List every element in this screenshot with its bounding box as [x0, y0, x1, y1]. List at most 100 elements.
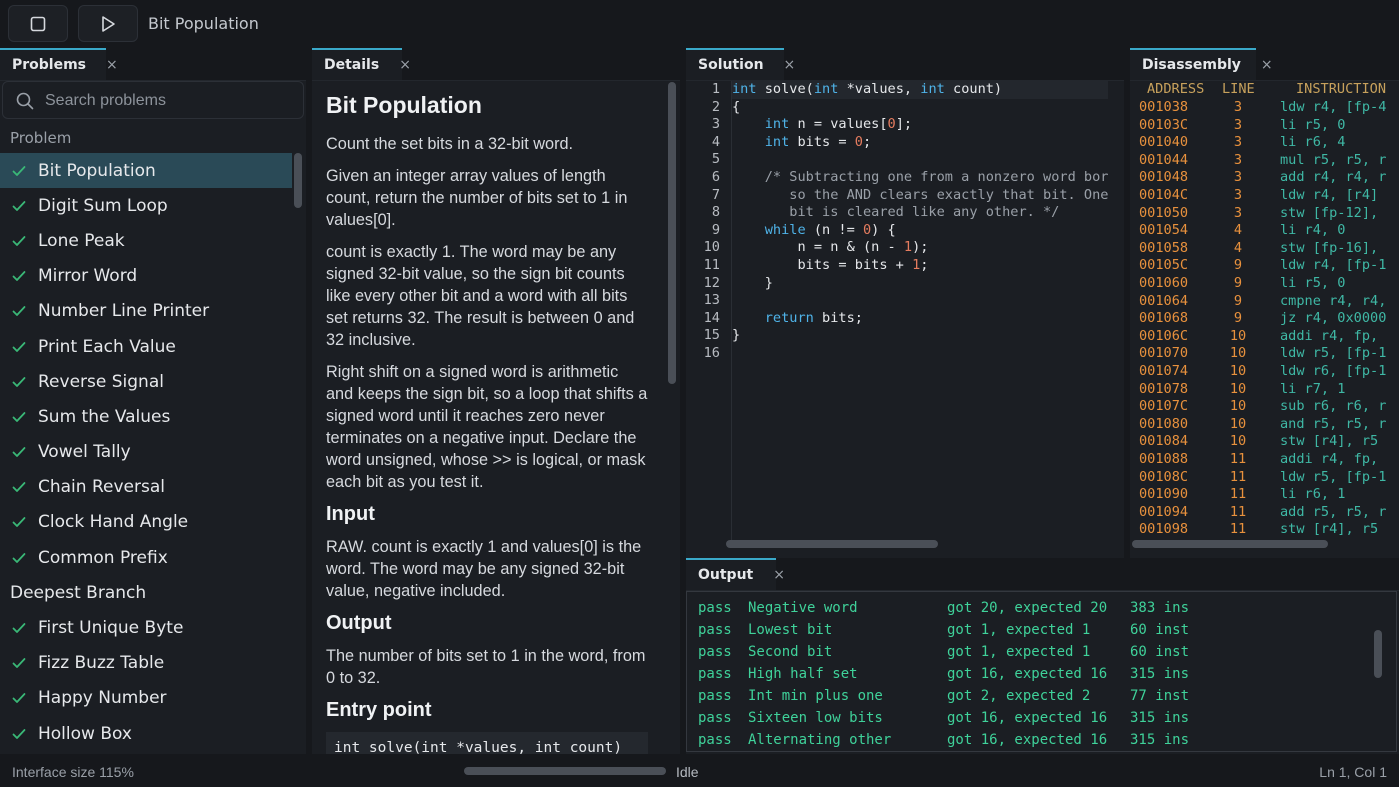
line-number: 11 [703, 257, 720, 273]
line-number: 6 [711, 169, 720, 185]
tab-solution-label: Solution [698, 57, 764, 73]
close-icon[interactable]: × [399, 57, 411, 73]
test-name: Sixteen low bits [748, 710, 883, 726]
details-content: Bit Population Count the set bits in a 3… [326, 92, 648, 764]
tab-disassembly[interactable]: Disassembly × [1130, 48, 1273, 80]
problems-tabstrip: Problems × [0, 48, 306, 81]
code-text: bits = bits + 1; [732, 257, 929, 273]
line-cell: 9 [1233, 292, 1243, 309]
tab-details-label: Details [324, 57, 380, 73]
line-cell: 3 [1233, 187, 1243, 203]
list-item[interactable]: Sum the Values [0, 399, 292, 434]
code-editor[interactable]: 1 int solve(int *values, int count) 2 {3 in… [686, 81, 1124, 541]
result-text: got 1, expected 1 [947, 622, 1091, 638]
list-item[interactable]: Happy Number [0, 681, 292, 716]
list-item-label: Chain Reversal [38, 477, 165, 498]
details-paragraph: Right shift on a signed word is arithmet… [326, 363, 648, 491]
check-icon [0, 305, 38, 317]
list-item[interactable]: Chain Reversal [0, 470, 292, 505]
code-text: while (n != 0) { [764, 221, 896, 238]
list-item[interactable]: Bit Population [0, 153, 292, 189]
instruction-cell: stw [r4], r5 [1280, 521, 1379, 538]
output-scrollbar[interactable] [1374, 630, 1382, 678]
result-text: got 2, expected 2 [947, 688, 1091, 704]
line-number: 8 [711, 204, 720, 221]
list-item[interactable]: Reverse Signal [0, 364, 292, 399]
list-item-label: Fizz Buzz Table [38, 653, 165, 674]
line-number: 14 [703, 309, 720, 326]
result-text: got 16, expected 16 [947, 710, 1108, 726]
line-number: 16 [703, 345, 720, 361]
close-icon[interactable]: × [784, 57, 796, 73]
instruction-count: 315 instr [1130, 666, 1188, 682]
result-text: got 16, expected 16 [947, 732, 1108, 748]
list-item[interactable]: Clock Hand Angle [0, 505, 292, 540]
list-item[interactable]: Number Line Printer [0, 294, 292, 329]
instruction-count: 77 instruct [1130, 688, 1188, 704]
address-cell: 00106C [1139, 327, 1189, 344]
list-item[interactable]: Vowel Tally [0, 435, 292, 470]
run-button[interactable] [78, 5, 138, 42]
instruction-count: 60 instruct [1130, 622, 1188, 638]
editor-scrollbar[interactable] [726, 540, 938, 548]
test-name: Alternating other [748, 732, 892, 748]
list-item-label: Sum the Values [38, 406, 171, 427]
close-icon[interactable]: × [773, 567, 785, 583]
list-item[interactable]: First Unique Byte [0, 610, 292, 645]
result-text: got 20, expected 20 [947, 600, 1108, 616]
tab-problems[interactable]: Problems × [0, 48, 118, 80]
list-item[interactable]: Fizz Buzz Table [0, 646, 292, 681]
check-icon [0, 622, 38, 634]
problem-list-scrollbar[interactable] [294, 153, 302, 208]
tab-output[interactable]: Output × [686, 558, 785, 590]
instruction-count: 315 instr [1130, 732, 1188, 748]
list-item[interactable]: Mirror Word [0, 259, 292, 294]
list-item-label: First Unique Byte [38, 618, 184, 639]
code-text: so the AND clears exactly that bit. One [732, 186, 1109, 203]
tab-solution[interactable]: Solution × [686, 48, 795, 80]
line-cell: 4 [1233, 239, 1243, 256]
list-item-label: Number Line Printer [38, 301, 210, 322]
list-item[interactable]: Hollow Box [0, 716, 292, 751]
disassembly-table: ADDRESS LINE INSTRUCTION 001038 3 ldw r4, … [1130, 81, 1399, 539]
list-item[interactable]: Lone Peak [0, 223, 292, 258]
test-name: Int min plus one [748, 688, 883, 704]
stop-button[interactable] [8, 5, 68, 42]
search-input[interactable] [43, 88, 297, 114]
instruction-cell: ldw r4, [fp-4 [1280, 99, 1387, 115]
list-item[interactable]: Digit Sum Loop [0, 188, 292, 223]
line-cell: 10 [1229, 398, 1247, 415]
list-item[interactable]: Deepest Branch [0, 575, 292, 610]
line-cell: 9 [1233, 275, 1243, 291]
address-cell: 001040 [1139, 134, 1189, 151]
address-cell: 001058 [1139, 239, 1189, 256]
list-item[interactable]: Common Prefix [0, 540, 292, 575]
check-icon [0, 411, 38, 423]
code-text: int solve(int *values, int count) [732, 81, 1003, 97]
tab-disassembly-label: Disassembly [1142, 57, 1241, 73]
instruction-cell: stw [fp-16], [1280, 239, 1379, 256]
check-icon [0, 481, 38, 493]
line-cell: 10 [1229, 380, 1247, 397]
instruction-count: 60 instruct [1130, 644, 1188, 660]
list-item-label: Digit Sum Loop [38, 195, 168, 216]
details-paragraph: Given an integer array values of length … [326, 167, 628, 229]
line-cell: 3 [1233, 99, 1243, 115]
details-panel: Details × Bit Population Count the set b… [312, 48, 680, 764]
tab-details[interactable]: Details × [312, 48, 411, 80]
tab-problems-label: Problems [12, 57, 87, 73]
line-cell: 10 [1229, 415, 1247, 432]
disassembly-scrollbar[interactable] [1132, 540, 1328, 548]
code-text: bit is cleared like any other. */ [732, 204, 1060, 221]
status-scrollbar[interactable] [464, 767, 666, 775]
address-cell: 00103C [1139, 116, 1189, 133]
list-item[interactable]: Print Each Value [0, 329, 292, 364]
close-icon[interactable]: × [1261, 57, 1273, 73]
code-text: /* Subtracting one from a nonzero word b… [764, 169, 1109, 185]
line-number: 15 [703, 327, 720, 344]
check-icon [0, 692, 38, 704]
line-cell: 3 [1233, 204, 1243, 221]
close-icon[interactable]: × [106, 57, 118, 73]
details-scrollbar[interactable] [668, 82, 676, 384]
list-item-label: Print Each Value [38, 336, 176, 357]
